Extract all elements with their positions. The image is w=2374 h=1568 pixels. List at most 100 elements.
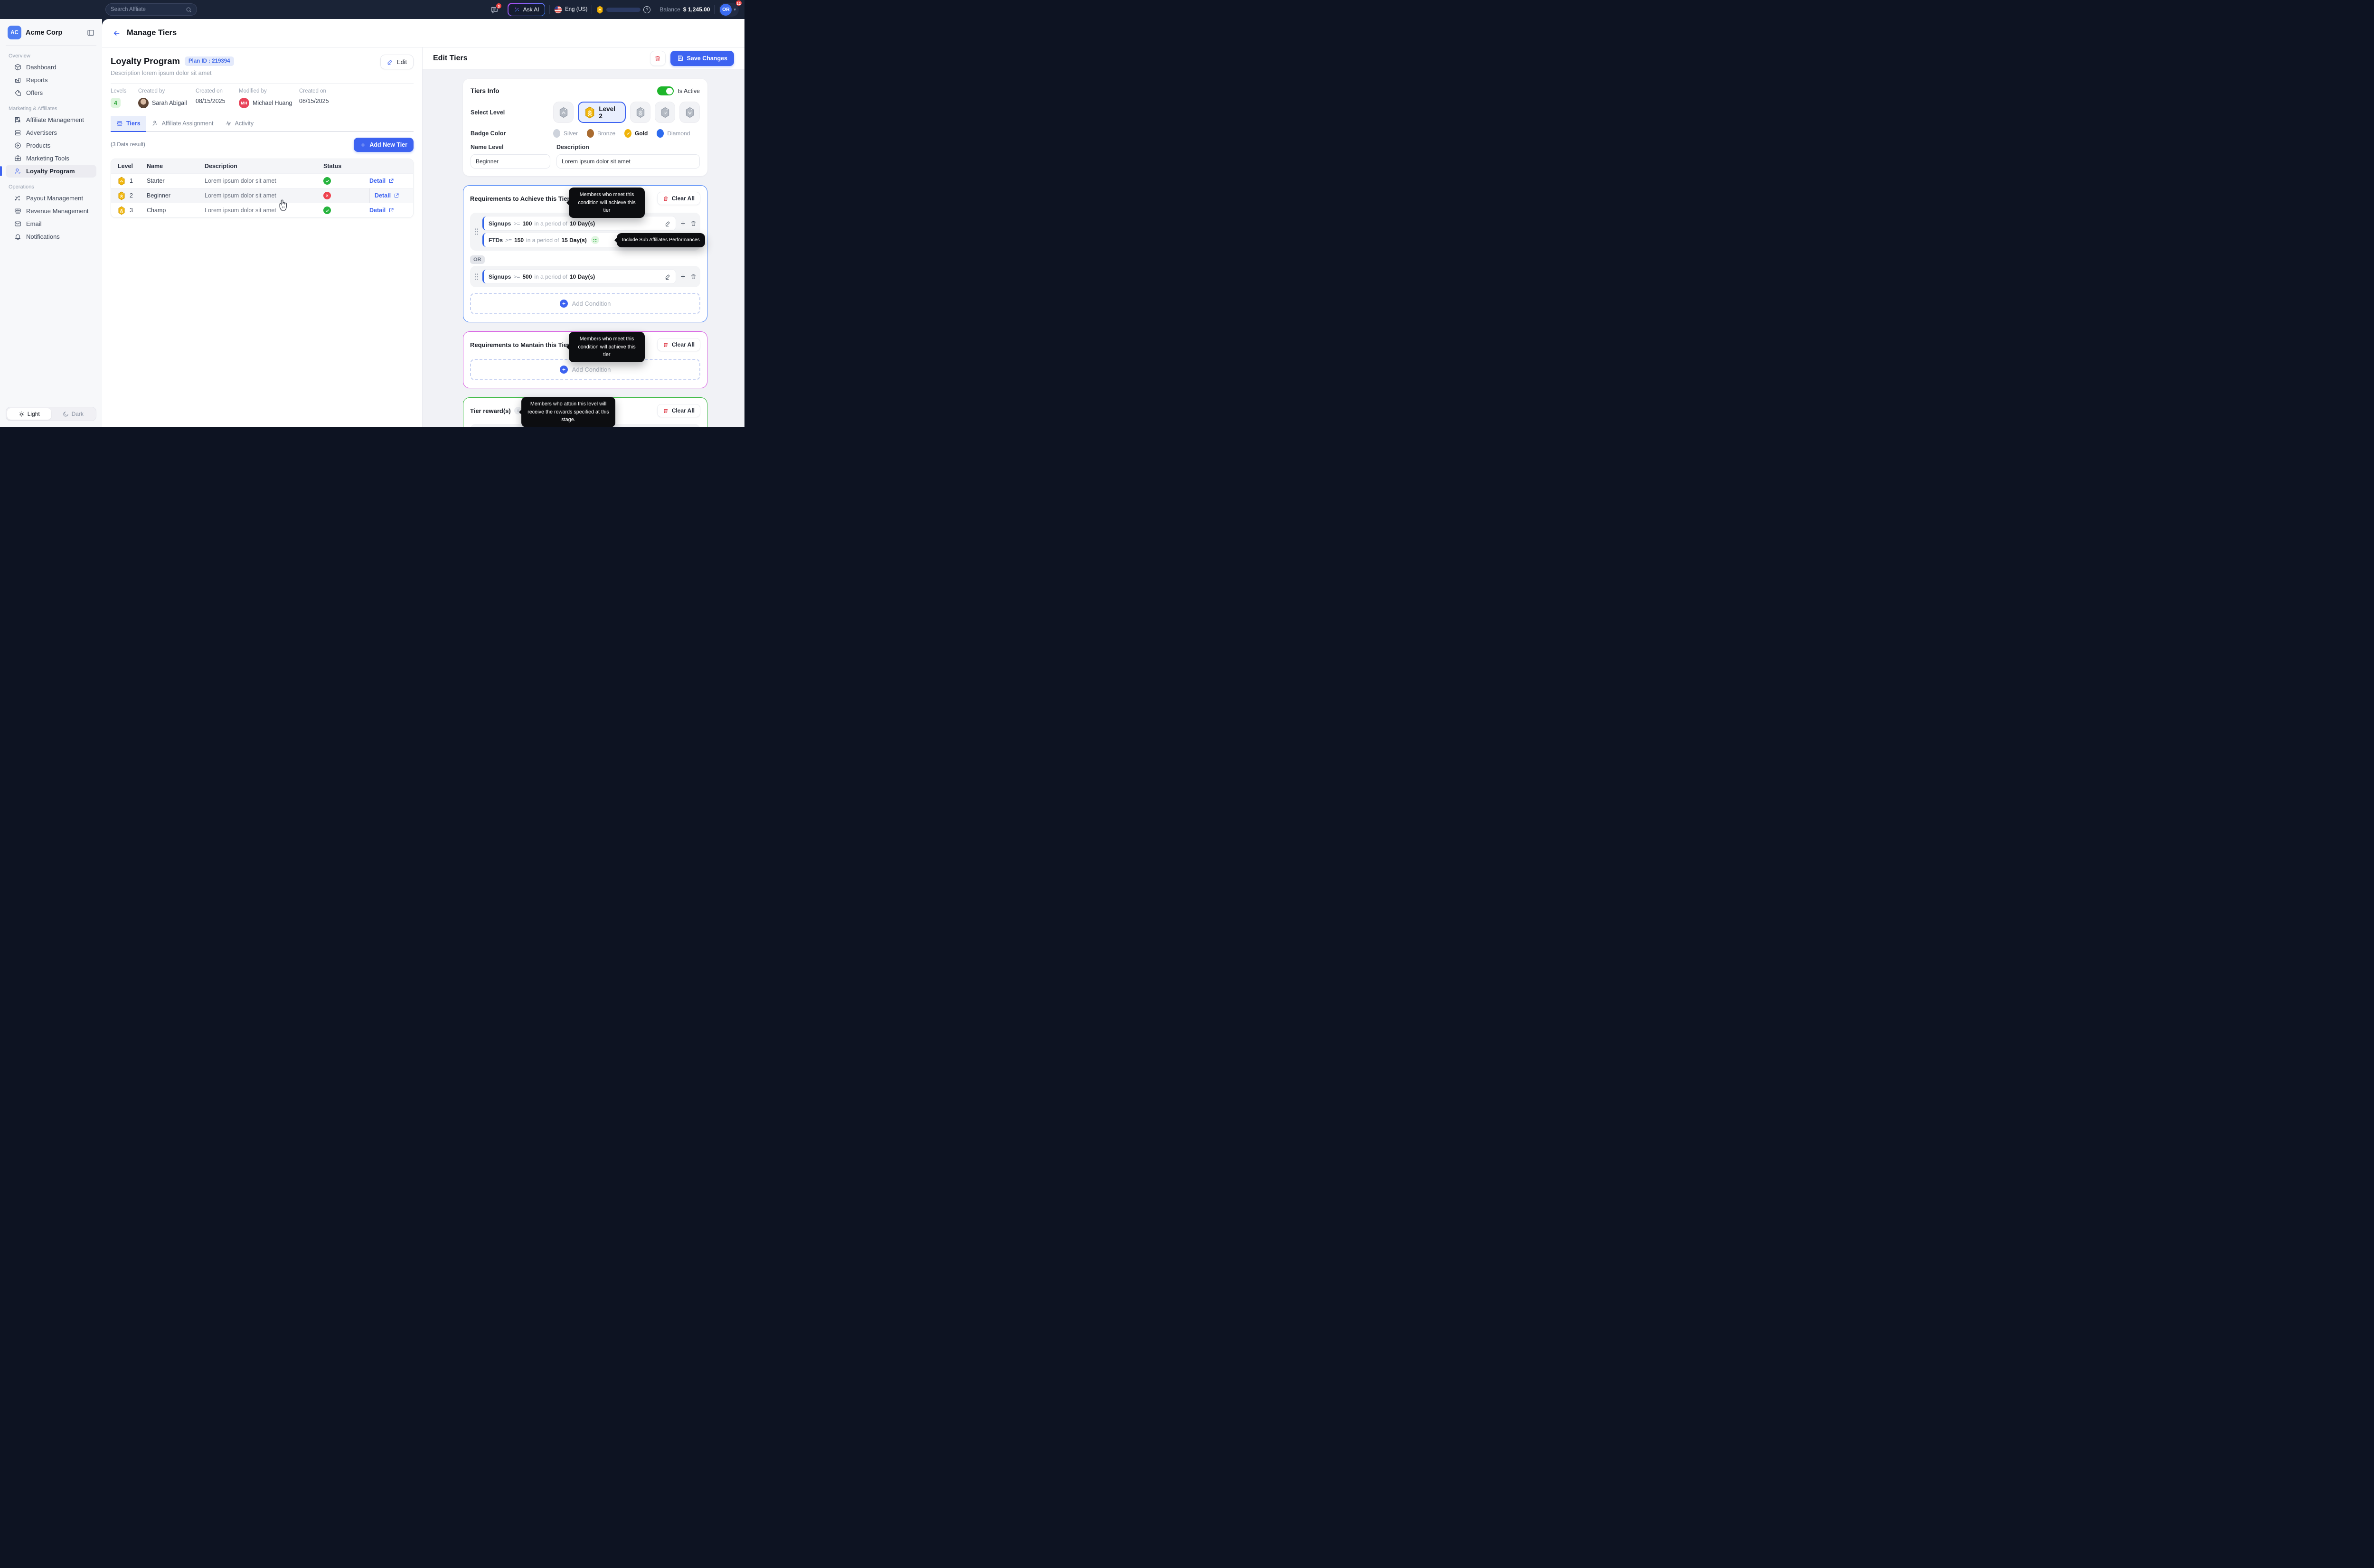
theme-light-button[interactable]: Light [7, 408, 51, 420]
sidebar-item-offers[interactable]: Offers [6, 86, 96, 99]
back-button[interactable] [113, 29, 121, 38]
sub-affiliates-tooltip: Include Sub Affiliates Performances [617, 233, 705, 247]
table-row[interactable]: 3 Champ Lorem ipsum dolor sit amet Detai… [111, 203, 413, 217]
delete-condition-icon[interactable] [690, 220, 697, 226]
avatar-badge: 12 [735, 0, 742, 6]
sun-icon [19, 411, 25, 417]
xp-progress[interactable]: ? [596, 6, 650, 14]
section-label-overview: Overview [6, 50, 96, 61]
edit-condition-icon[interactable] [665, 273, 671, 280]
rows-icon [14, 129, 21, 136]
level-3-option[interactable] [630, 102, 650, 123]
drag-handle-icon[interactable] [474, 273, 479, 280]
theme-dark-label: Dark [72, 411, 84, 417]
condition-group-1: Signups >= 100 in a period of 10 Day(s) [470, 213, 700, 251]
language-label: Eng (US) [565, 7, 587, 12]
ask-ai-label: Ask AI [523, 6, 539, 13]
detail-label: Detail [369, 207, 386, 214]
trash-icon [663, 342, 669, 347]
maintain-clear-all-button[interactable]: Clear All [657, 338, 700, 351]
plan-id-badge: Plan ID : 219394 [185, 56, 234, 66]
gold-label: Gold [635, 130, 648, 137]
sidebar-item-email[interactable]: Email [6, 217, 96, 230]
level-4-option[interactable]: IV [655, 102, 675, 123]
sidebar-item-marketing-tools[interactable]: Marketing Tools [6, 152, 96, 165]
achieve-clear-all-button[interactable]: Clear All [657, 192, 700, 205]
rewards-clear-all-button[interactable]: Clear All [657, 404, 700, 417]
metric: Signups [489, 220, 511, 227]
detail-link[interactable]: Detail [369, 203, 413, 217]
add-condition-label: Add Condition [572, 300, 611, 307]
sidebar-item-loyalty-program[interactable]: Loyalty Program [6, 165, 96, 178]
tab-tiers[interactable]: Tiers [111, 116, 146, 132]
delete-condition-icon[interactable] [690, 273, 697, 280]
level-2-option-selected[interactable]: Level 2 [578, 102, 626, 123]
save-changes-button[interactable]: Save Changes [670, 51, 734, 66]
detail-link[interactable]: Detail [369, 174, 413, 188]
badge-color-silver[interactable]: Silver [553, 129, 578, 138]
sidebar-item-notifications[interactable]: Notifications [6, 230, 96, 243]
drag-handle-icon[interactable] [474, 228, 479, 235]
theme-toggle[interactable]: Light Dark [6, 407, 96, 421]
avatar: OR [720, 4, 732, 16]
person-card-icon [14, 116, 21, 123]
clear-all-label: Clear All [672, 407, 695, 414]
edit-program-button[interactable]: Edit [380, 55, 414, 69]
mid-text: in a period of [534, 220, 567, 227]
sidebar-item-products[interactable]: Products [6, 139, 96, 152]
created-by-value: Sarah Abigail [152, 100, 187, 106]
bronze-swatch [587, 129, 594, 138]
badge-color-gold-selected[interactable]: Gold [624, 129, 648, 138]
select-level-label: Select Level [471, 109, 527, 116]
ask-ai-button[interactable]: Ask AI [508, 3, 545, 16]
table-row[interactable]: 1 Starter Lorem ipsum dolor sit amet Det… [111, 173, 413, 188]
theme-dark-button[interactable]: Dark [51, 408, 95, 420]
search-input[interactable]: Search Affliate [105, 3, 197, 16]
edit-condition-icon[interactable] [665, 220, 671, 226]
add-condition-icon[interactable] [680, 273, 686, 280]
sidebar-item-revenue-management[interactable]: Revenue Management [6, 205, 96, 217]
add-condition-icon[interactable] [680, 220, 686, 226]
silver-label: Silver [564, 130, 578, 137]
company-logo: AC [8, 26, 21, 39]
tab-affiliate-assignment[interactable]: Affiliate Assignment [146, 116, 219, 132]
sidebar-item-label: Offers [26, 89, 43, 96]
edit-label: Edit [396, 59, 407, 66]
name-level-input[interactable]: Beginner [471, 154, 550, 169]
sidebar-item-advertisers[interactable]: Advertisers [6, 126, 96, 139]
tier-name: Champ [147, 207, 205, 214]
messages-button[interactable]: 3 [490, 6, 499, 14]
search-icon [186, 7, 192, 13]
sub-affiliates-icon[interactable] [591, 236, 599, 244]
delete-tier-button[interactable] [650, 51, 666, 66]
help-icon[interactable]: ? [643, 6, 650, 13]
sidebar-item-payout-management[interactable]: Payout Management [6, 192, 96, 205]
detail-link[interactable]: Detail [369, 188, 413, 203]
badge-color-diamond[interactable]: Diamond [657, 129, 690, 138]
user-menu[interactable]: OR ▾ 12 [719, 3, 739, 17]
language-selector[interactable]: Eng (US) [554, 6, 587, 14]
external-link-icon [394, 193, 399, 198]
col-level: Level [111, 163, 147, 169]
external-link-icon [388, 178, 394, 184]
sidebar: AC Acme Corp Overview Dashboard Reports … [0, 19, 102, 427]
plus-circle-icon [560, 366, 568, 374]
sidebar-item-affiliate-management[interactable]: Affiliate Management [6, 113, 96, 126]
add-new-tier-button[interactable]: Add New Tier [354, 138, 414, 152]
table-row[interactable]: 2 Beginner Lorem ipsum dolor sit amet De… [111, 188, 413, 203]
achieve-title: Requirements to Achieve this Tier: [470, 195, 572, 202]
badge-color-bronze[interactable]: Bronze [587, 129, 615, 138]
or-separator: OR [470, 255, 485, 264]
is-active-toggle[interactable] [657, 86, 674, 95]
level-5-option[interactable] [679, 102, 700, 123]
sidebar-item-reports[interactable]: Reports [6, 74, 96, 86]
tab-activity[interactable]: Activity [219, 116, 260, 132]
sidebar-item-dashboard[interactable]: Dashboard [6, 61, 96, 74]
level-1-option[interactable] [553, 102, 574, 123]
sidebar-collapse-icon[interactable] [87, 29, 94, 37]
tiers-info-title: Tiers Info [471, 87, 499, 94]
tier-badge-gold-icon [118, 191, 125, 200]
achieve-add-condition-button[interactable]: Add Condition [470, 293, 700, 314]
period: 10 Day(s) [570, 220, 595, 227]
description-input[interactable]: Lorem ipsum dolor sit amet [556, 154, 700, 169]
